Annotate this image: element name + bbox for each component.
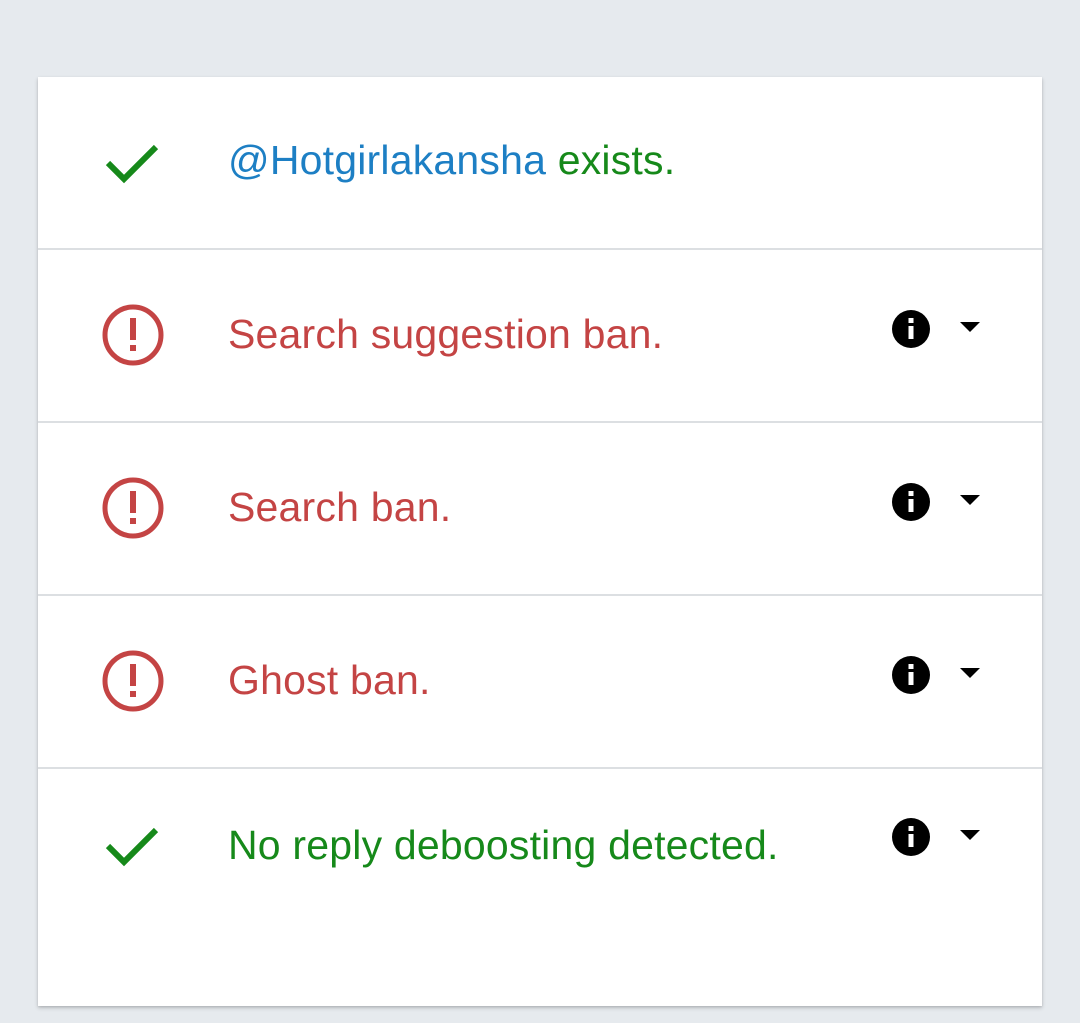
result-row-ghost-ban: Ghost ban. bbox=[38, 596, 1042, 769]
chevron-down-icon[interactable] bbox=[958, 666, 982, 680]
result-text-search-suggestion-ban: Search suggestion ban. bbox=[228, 311, 664, 357]
chevron-down-icon[interactable] bbox=[958, 493, 982, 507]
result-text-search-ban: Search ban. bbox=[228, 484, 452, 530]
info-icon[interactable] bbox=[891, 817, 931, 857]
alert-circle-icon bbox=[102, 650, 164, 712]
check-icon bbox=[105, 827, 159, 867]
info-icon[interactable] bbox=[891, 482, 931, 522]
result-row-search-ban: Search ban. bbox=[38, 423, 1042, 596]
exists-label: exists. bbox=[546, 137, 676, 183]
username-handle: @Hotgirlakansha bbox=[228, 137, 547, 183]
result-row-exists: @Hotgirlakansha exists. bbox=[38, 77, 1042, 250]
alert-circle-icon bbox=[102, 304, 164, 366]
result-text-reply-deboosting: No reply deboosting detected. bbox=[228, 822, 779, 868]
chevron-down-icon[interactable] bbox=[958, 320, 982, 334]
alert-circle-icon bbox=[102, 477, 164, 539]
chevron-down-icon[interactable] bbox=[958, 828, 982, 842]
info-icon[interactable] bbox=[891, 655, 931, 695]
results-card: @Hotgirlakansha exists. Search suggestio… bbox=[38, 77, 1042, 1006]
check-icon bbox=[105, 144, 159, 184]
result-row-search-suggestion-ban: Search suggestion ban. bbox=[38, 250, 1042, 423]
result-row-reply-deboosting: No reply deboosting detected. bbox=[38, 769, 1042, 1006]
result-text-exists: @Hotgirlakansha exists. bbox=[228, 126, 675, 194]
result-text-ghost-ban: Ghost ban. bbox=[228, 657, 431, 703]
info-icon[interactable] bbox=[891, 309, 931, 349]
